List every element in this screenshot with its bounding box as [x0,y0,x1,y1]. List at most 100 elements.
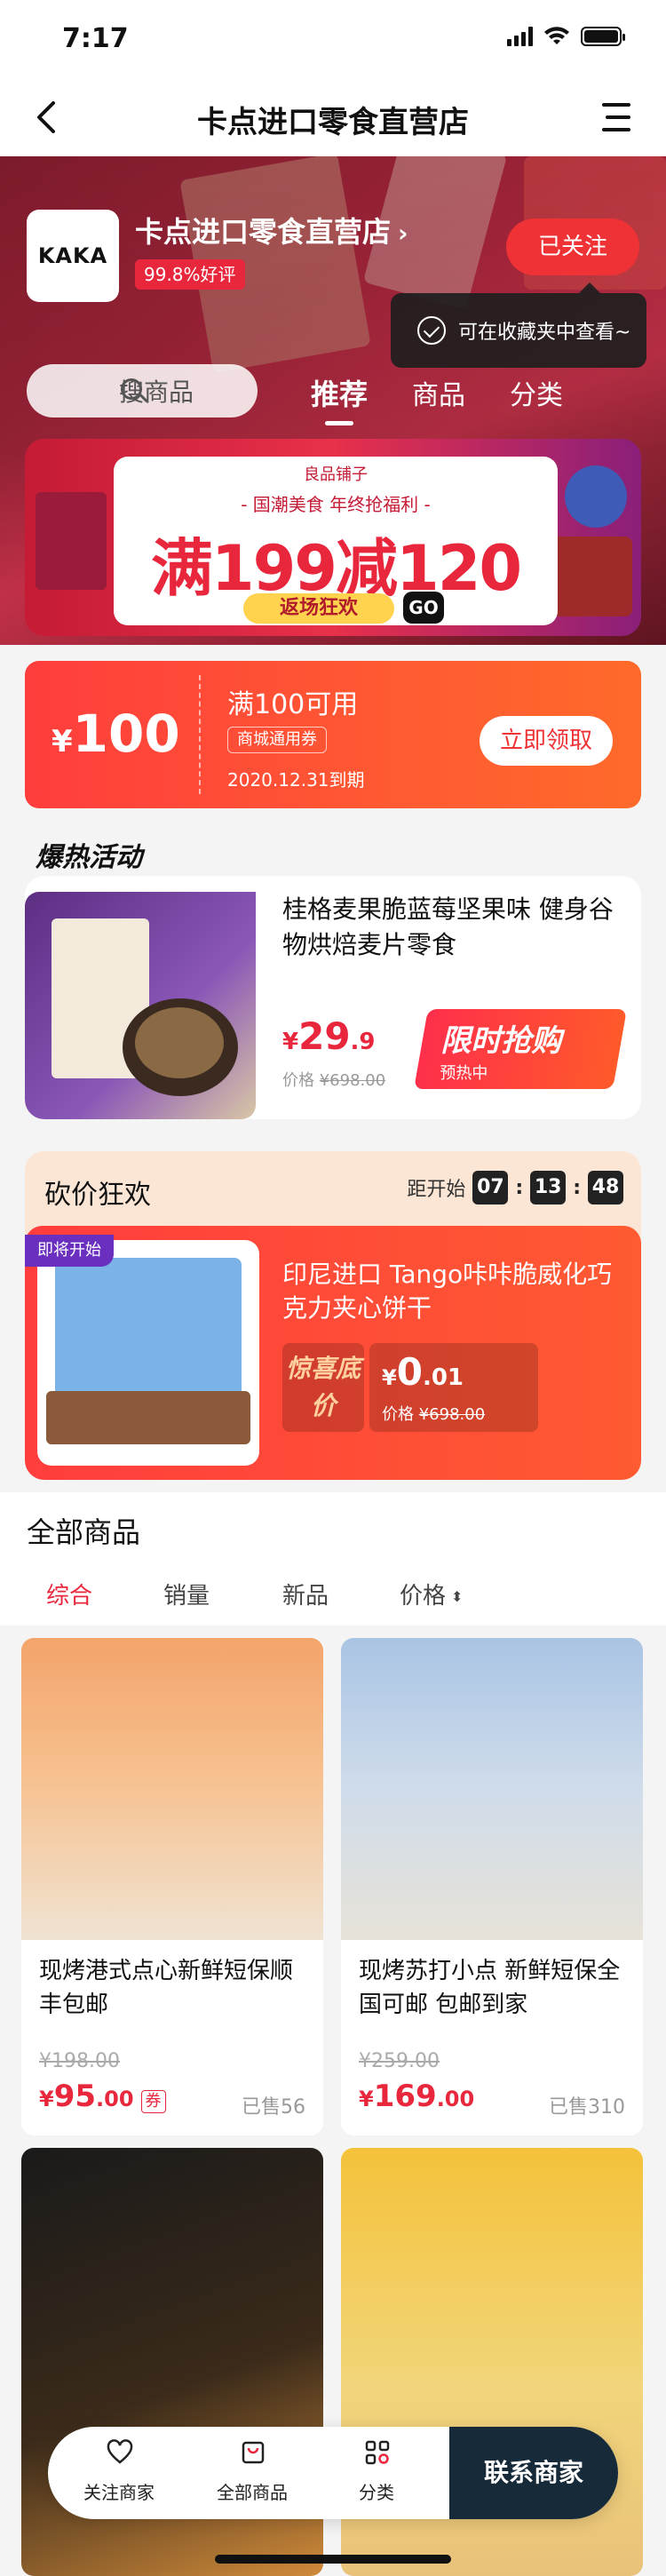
tooltip-text: 可在收藏夹中查看~ [458,322,631,344]
product-price: ¥95.00 券 [39,2079,166,2114]
follow-shop-label: 关注商家 [83,2482,155,2503]
tab-categories[interactable]: 分类 [510,373,563,412]
flash-sub: 预热中 [440,1064,488,1083]
original-price: 价格 ¥698.00 [382,1402,485,1425]
sort-sales[interactable]: 销量 [163,1578,210,1610]
bottom-action-bar: 关注商家 全部商品 分类 联系商家 [48,2427,618,2519]
price-dec: .01 [422,1364,464,1391]
coupon-value: 100 [72,704,180,764]
banner-card: 良品铺子 - 国潮美食 年终抢福利 - 满199减120 返场狂欢 GO [114,457,558,625]
status-icons [507,27,625,46]
category-button[interactable]: 分类 [314,2427,439,2519]
product-price: ¥169.00 [359,2079,474,2114]
product-name: 现烤港式点心新鲜短保顺丰包邮 [39,1958,294,2018]
shop-page: 7:17 卡点进口零食直营店 KAKA 卡点进口零食直营店 › 99.8%好评 已… [0,0,666,2576]
price-int: 95 [53,2079,97,2114]
banner-brand: 良品铺子 [304,465,368,484]
sort-arrows-icon: ⬍ [451,1588,464,1605]
coupon-divider [199,675,201,794]
sort-new[interactable]: 新品 [282,1578,329,1610]
shop-tabs: 推荐 商品 分类 [311,366,648,425]
banner-go[interactable]: GO [403,592,444,624]
status-time: 7:17 [62,23,129,54]
coming-soon-badge: 即将开始 [25,1235,114,1267]
flash-label: 限时抢购 [440,1023,562,1059]
countdown-hours: 07 [472,1171,509,1205]
product-name: 桂格麦果脆蓝莓坚果味 健身谷物烘焙麦片零食 [282,894,614,959]
sort-comprehensive[interactable]: 综合 [46,1578,92,1610]
nav-bar: 卡点进口零食直营店 [0,78,666,156]
countdown-label: 距开始 [407,1179,466,1201]
wifi-icon [544,27,569,44]
search-icon [121,378,142,400]
orig-label: 价格 [282,1071,314,1090]
bargain-price-box: ¥0.01 价格 ¥698.00 [369,1343,538,1432]
price-int: 169 [373,2079,437,2114]
all-products-header: 全部商品 综合 销量 新品 价格 ⬍ [0,1492,666,1626]
bargain-section: 砍价狂欢 距开始 07 : 13 : 48 即将开始 印尼进口 Tango咔咔脆… [25,1151,641,1480]
shopping-bag-icon [242,2441,265,2464]
coupon-tag: 商城通用券 [227,727,327,753]
page-title: 卡点进口零食直营店 [197,105,469,140]
shop-logo[interactable]: KAKA [27,210,119,302]
product-card[interactable]: 现烤苏打小点 新鲜短保全国可邮 包邮到家 ¥259.00 ¥169.00 已售3… [341,1638,643,2135]
shop-name[interactable]: 卡点进口零食直营店 › [135,210,408,250]
product-name: 印尼进口 Tango咔咔脆威化巧克力夹心饼干 [282,1260,613,1323]
product-image [37,1240,259,1466]
countdown: 距开始 07 : 13 : 48 [407,1171,623,1205]
home-indicator [215,2555,451,2564]
grid-icon [365,2440,390,2465]
flash-sale-button[interactable]: 限时抢购 预热中 [414,1009,627,1089]
sort-price[interactable]: 价格 ⬍ [400,1578,463,1610]
coupon-badge: 券 [140,2090,166,2113]
price-symbol: ¥ [382,1365,397,1390]
original-price: 价格 ¥698.00 [282,1068,385,1091]
countdown-minutes: 13 [530,1171,567,1205]
coupon-condition: 满100可用 [227,689,359,720]
sort-bar: 综合 销量 新品 价格 ⬍ [0,1569,666,1618]
promo-banner[interactable]: 良品铺子 - 国潮美食 年终抢福利 - 满199减120 返场狂欢 GO [25,439,641,636]
all-products-button[interactable]: 全部商品 [190,2427,314,2519]
status-bar: 7:17 [0,0,666,78]
bargain-price: ¥0.01 [382,1350,464,1394]
original-price: ¥259.00 [359,2050,440,2072]
price-symbol: ¥ [282,1029,299,1055]
sold-count: 已售310 [549,2096,625,2119]
price-int: 29 [298,1014,351,1058]
sort-price-label: 价格 [400,1583,447,1610]
hot-product-card[interactable]: 桂格麦果脆蓝莓坚果味 健身谷物烘焙麦片零食 ¥29.9 价格 ¥698.00 限… [25,876,641,1119]
original-price: ¥198.00 [39,2050,120,2072]
tab-products[interactable]: 商品 [412,373,465,412]
product-image [341,1638,643,1940]
countdown-seconds: 48 [588,1171,623,1205]
more-menu-icon[interactable] [595,94,639,140]
contact-seller-button[interactable]: 联系商家 [449,2427,618,2519]
product-image [25,892,256,1119]
price-dec: .00 [96,2087,134,2111]
chevron-right-icon: › [398,219,408,248]
coupon-amount: ¥100 [52,704,180,764]
rating-badge: 99.8%好评 [135,259,245,290]
search-input[interactable]: 搜商品 [27,364,258,417]
tab-recommend[interactable]: 推荐 [311,372,368,425]
sold-count: 已售56 [242,2096,305,2119]
orig-value: ¥698.00 [418,1405,486,1424]
coupon-card: ¥100 满100可用 商城通用券 2020.12.31到期 立即领取 [25,661,641,808]
bargain-title: 砍价狂欢 [44,1180,151,1211]
check-circle-icon [417,316,446,345]
follow-button[interactable]: 已关注 [506,219,639,275]
coupon-expiry: 2020.12.31到期 [227,769,365,791]
banner-pill: 返场狂欢 [243,593,394,624]
all-products-title: 全部商品 [27,1515,141,1549]
follow-shop-button[interactable]: 关注商家 [57,2427,181,2519]
price-int: 0 [396,1350,423,1394]
coupon-symbol: ¥ [52,724,73,759]
hot-section-title: 爆热活动 [36,842,142,873]
price-symbol: ¥ [39,2087,54,2111]
product-card[interactable]: 现烤港式点心新鲜短保顺丰包邮 ¥198.00 ¥95.00 券 已售56 [21,1638,323,2135]
claim-coupon-button[interactable]: 立即领取 [480,716,613,766]
orig-value: ¥698.00 [319,1071,386,1090]
all-products-label: 全部商品 [217,2482,288,2503]
product-image [21,1638,323,1940]
favorites-tooltip: 可在收藏夹中查看~ [391,282,646,368]
